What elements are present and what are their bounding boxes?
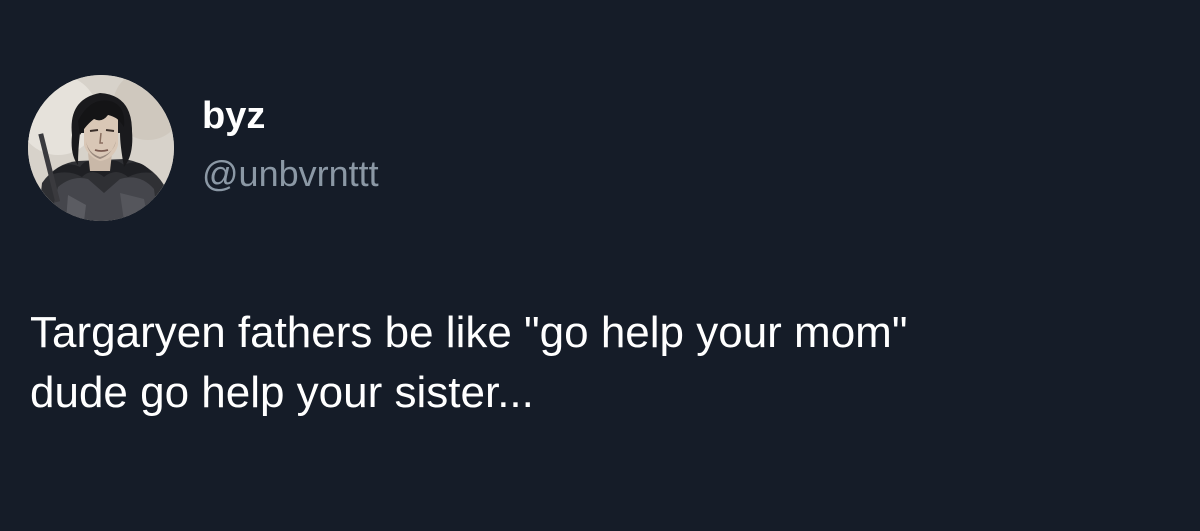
tweet-text-line: Targaryen fathers be like "go help your … — [30, 308, 908, 357]
author-names: byz @unbvrnttt — [202, 75, 379, 221]
tweet-card: byz @unbvrnttt Targaryen fathers be like… — [0, 0, 1200, 531]
tweet-text-line: dude go help your sister... — [30, 368, 534, 417]
tweet-header: byz @unbvrnttt — [28, 75, 379, 221]
author-handle[interactable]: @unbvrnttt — [202, 152, 379, 196]
author-display-name[interactable]: byz — [202, 94, 379, 138]
avatar-illustration-icon — [28, 75, 174, 221]
tweet-text: Targaryen fathers be like "go help your … — [30, 303, 1170, 423]
avatar[interactable] — [28, 75, 174, 221]
